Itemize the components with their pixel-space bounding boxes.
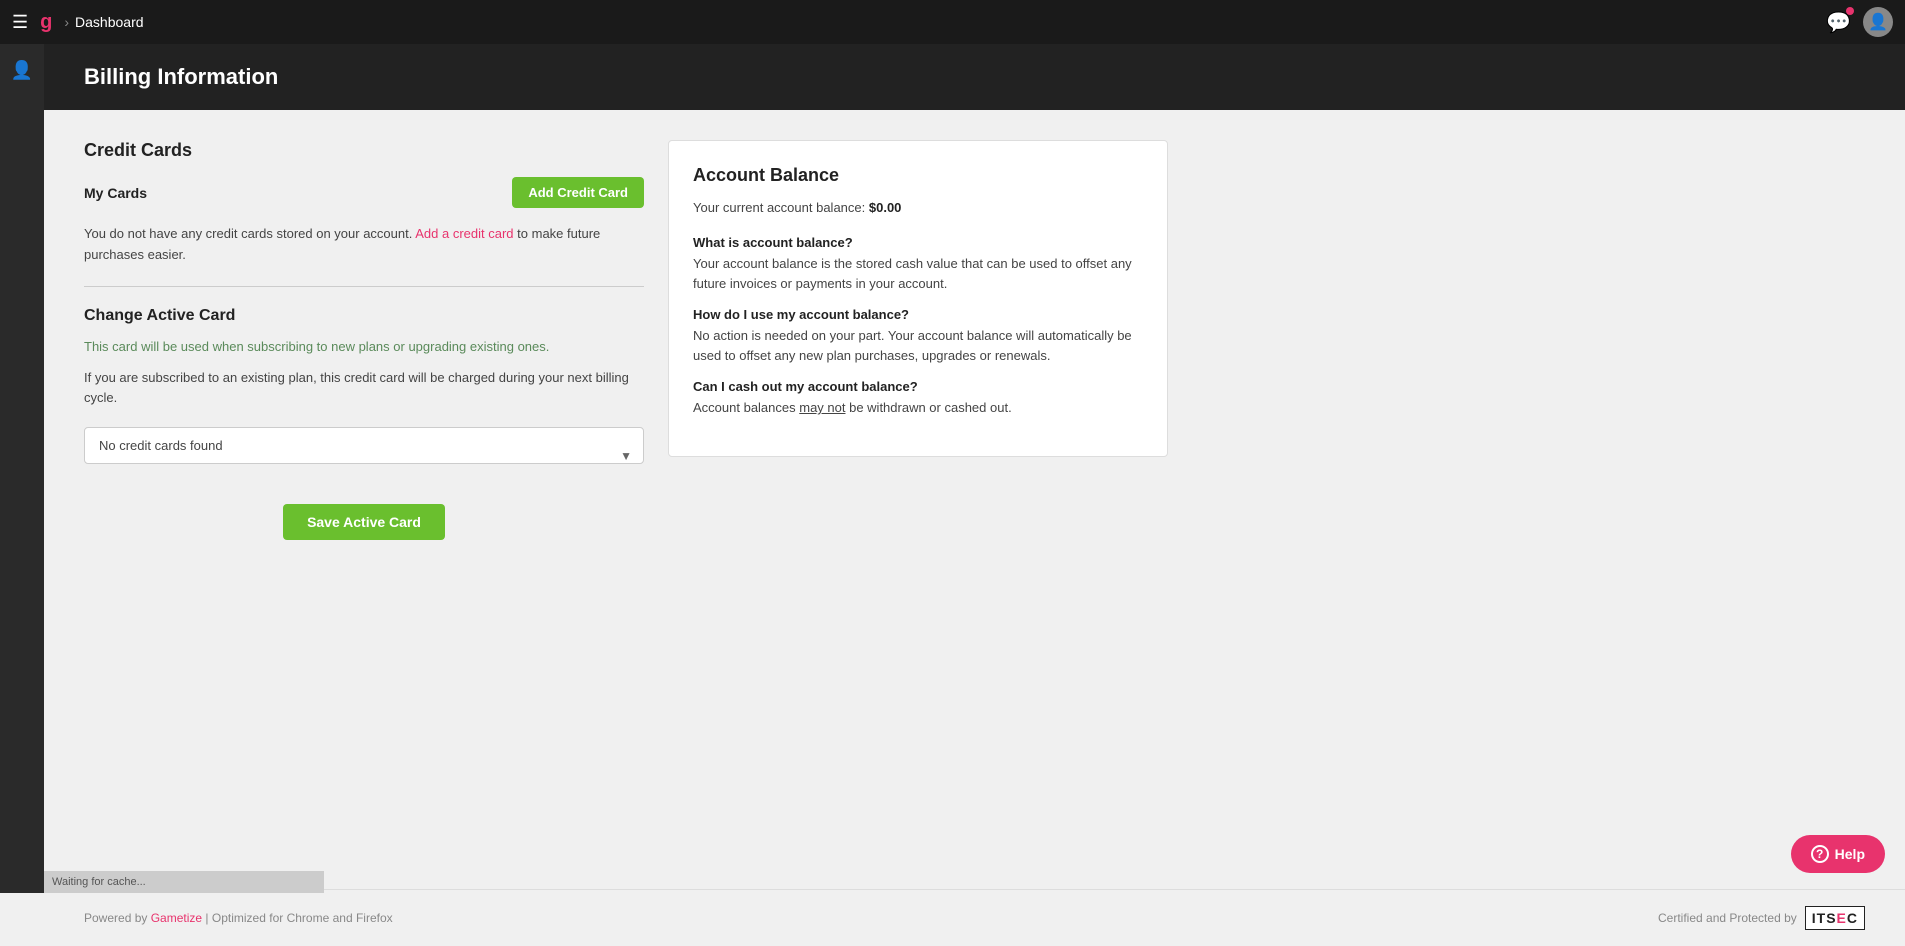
page-footer: Powered by Gametize | Optimized for Chro… <box>44 889 1905 946</box>
current-balance: Your current account balance: $0.00 <box>693 200 1143 215</box>
credit-cards-title: Credit Cards <box>84 140 644 161</box>
my-cards-label: My Cards <box>84 185 147 201</box>
faq-answer-3: Account balances may not be withdrawn or… <box>693 398 1143 418</box>
help-circle-icon: ? <box>1811 845 1829 863</box>
left-sidebar: 👤 <box>0 44 44 893</box>
change-active-card-title: Change Active Card <box>84 307 644 325</box>
faq-question-3: Can I cash out my account balance? <box>693 379 1143 394</box>
itsec-logo: ITSEC <box>1805 906 1865 930</box>
nav-logo: g <box>40 11 52 34</box>
hamburger-menu[interactable]: ☰ <box>12 12 28 33</box>
chat-icon[interactable]: 💬 <box>1826 10 1851 35</box>
breadcrumb-current: Dashboard <box>75 14 144 30</box>
change-card-desc: This card will be used when subscribing … <box>84 337 644 357</box>
page-title: Billing Information <box>84 64 1865 90</box>
avatar[interactable]: 👤 <box>1863 7 1893 37</box>
nav-right-actions: 💬 👤 <box>1826 7 1893 37</box>
top-navigation: ☰ g › Dashboard 💬 👤 <box>0 0 1905 44</box>
faq-answer-1: Your account balance is the stored cash … <box>693 254 1143 293</box>
page-header: Billing Information <box>44 44 1905 110</box>
footer-left: Powered by Gametize | Optimized for Chro… <box>84 911 393 925</box>
faq-answer-2: No action is needed on your part. Your a… <box>693 326 1143 365</box>
change-card-desc2: If you are subscribed to an existing pla… <box>84 368 644 407</box>
main-content: Credit Cards My Cards Add Credit Card Yo… <box>44 110 1905 889</box>
balance-value: $0.00 <box>869 200 902 215</box>
chat-badge <box>1846 7 1854 15</box>
help-button[interactable]: ? Help <box>1791 835 1885 873</box>
breadcrumb-separator: › <box>64 14 69 30</box>
add-credit-card-link[interactable]: Add a credit card <box>415 226 513 241</box>
add-credit-card-button[interactable]: Add Credit Card <box>512 177 644 208</box>
no-cards-text: You do not have any credit cards stored … <box>84 224 644 266</box>
right-panel: Account Balance Your current account bal… <box>668 140 1168 457</box>
loading-bar: Waiting for cache... <box>44 871 324 893</box>
my-cards-header: My Cards Add Credit Card <box>84 177 644 208</box>
divider <box>84 286 644 287</box>
save-active-card-button[interactable]: Save Active Card <box>283 504 445 540</box>
faq-question-1: What is account balance? <box>693 235 1143 250</box>
faq-question-2: How do I use my account balance? <box>693 307 1143 322</box>
help-label: Help <box>1835 846 1865 862</box>
card-dropdown[interactable]: No credit cards found <box>84 427 644 464</box>
left-panel: Credit Cards My Cards Add Credit Card Yo… <box>84 140 644 859</box>
account-balance-title: Account Balance <box>693 165 1143 186</box>
faq-item-2: How do I use my account balance? No acti… <box>693 307 1143 365</box>
footer-right: Certified and Protected by ITSEC <box>1658 906 1865 930</box>
faq-item-1: What is account balance? Your account ba… <box>693 235 1143 293</box>
faq-item-3: Can I cash out my account balance? Accou… <box>693 379 1143 418</box>
gametize-link[interactable]: Gametize <box>151 911 202 925</box>
sidebar-users-icon[interactable]: 👤 <box>11 60 33 81</box>
card-dropdown-wrapper: No credit cards found ▼ <box>84 427 644 484</box>
